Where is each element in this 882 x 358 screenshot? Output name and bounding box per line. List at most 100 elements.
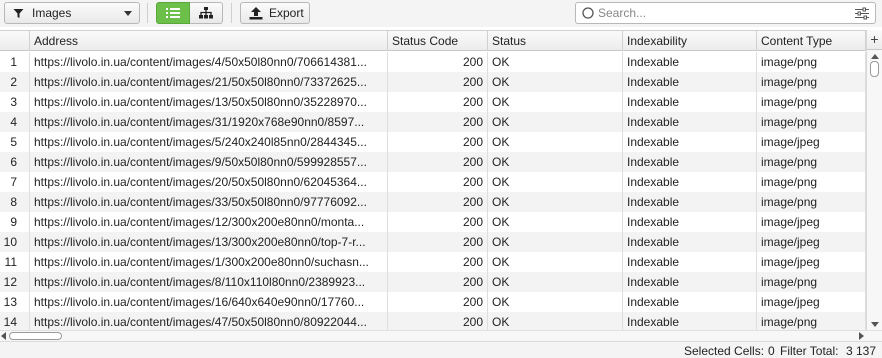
cell-address[interactable]: https://livolo.in.ua/content/images/16/6…	[30, 292, 388, 312]
cell-indexability[interactable]: Indexable	[623, 72, 757, 92]
table-row[interactable]: 12 https://livolo.in.ua/content/images/8/…	[0, 272, 866, 292]
cell-status-code[interactable]: 200	[388, 152, 488, 172]
cell-indexability[interactable]: Indexable	[623, 272, 757, 292]
cell-status-code[interactable]: 200	[388, 252, 488, 272]
row-number[interactable]: 11	[0, 252, 30, 272]
scroll-right-icon[interactable]	[859, 332, 864, 340]
cell-indexability[interactable]: Indexable	[623, 172, 757, 192]
cell-content-type[interactable]: image/png	[757, 152, 866, 172]
cell-status[interactable]: OK	[488, 212, 623, 232]
tree-view-button[interactable]	[190, 2, 223, 24]
cell-content-type[interactable]: image/png	[757, 112, 866, 132]
column-header-content-type[interactable]: Content Type	[757, 31, 866, 51]
cell-indexability[interactable]: Indexable	[623, 252, 757, 272]
cell-indexability[interactable]: Indexable	[623, 152, 757, 172]
cell-status[interactable]: OK	[488, 292, 623, 312]
cell-status[interactable]: OK	[488, 232, 623, 252]
table-row[interactable]: 13 https://livolo.in.ua/content/images/16…	[0, 292, 866, 312]
cell-content-type[interactable]: image/png	[757, 172, 866, 192]
row-number[interactable]: 2	[0, 72, 30, 92]
scroll-down-icon[interactable]	[871, 322, 879, 327]
table-row[interactable]: 7 https://livolo.in.ua/content/images/20/…	[0, 172, 866, 192]
search-input[interactable]	[598, 6, 848, 20]
vertical-scroll-thumb[interactable]	[870, 61, 879, 77]
cell-status-code[interactable]: 200	[388, 192, 488, 212]
search-box[interactable]	[575, 2, 876, 24]
table-row[interactable]: 2 https://livolo.in.ua/content/images/21/…	[0, 72, 866, 92]
column-header-address[interactable]: Address	[30, 31, 388, 51]
cell-status[interactable]: OK	[488, 92, 623, 112]
cell-status[interactable]: OK	[488, 172, 623, 192]
cell-indexability[interactable]: Indexable	[623, 52, 757, 72]
cell-address[interactable]: https://livolo.in.ua/content/images/9/50…	[30, 152, 388, 172]
cell-indexability[interactable]: Indexable	[623, 192, 757, 212]
cell-status[interactable]: OK	[488, 132, 623, 152]
cell-status-code[interactable]: 200	[388, 72, 488, 92]
filter-dropdown[interactable]: Images	[4, 2, 140, 24]
search-options-icon[interactable]	[855, 7, 869, 20]
row-number[interactable]: 4	[0, 112, 30, 132]
column-header-status-code[interactable]: Status Code	[388, 31, 488, 51]
horizontal-scrollbar[interactable]	[0, 330, 882, 341]
cell-status-code[interactable]: 200	[388, 232, 488, 252]
table-row[interactable]: 14 https://livolo.in.ua/content/images/47…	[0, 312, 866, 330]
table-row[interactable]: 5 https://livolo.in.ua/content/images/5/2…	[0, 132, 866, 152]
add-column-button[interactable]: +	[867, 30, 882, 50]
row-number[interactable]: 1	[0, 52, 30, 72]
row-number[interactable]: 13	[0, 292, 30, 312]
table-row[interactable]: 4 https://livolo.in.ua/content/images/31/…	[0, 112, 866, 132]
cell-status-code[interactable]: 200	[388, 312, 488, 330]
row-number[interactable]: 7	[0, 172, 30, 192]
column-header-status[interactable]: Status	[488, 31, 623, 51]
cell-address[interactable]: https://livolo.in.ua/content/images/1/30…	[30, 252, 388, 272]
cell-address[interactable]: https://livolo.in.ua/content/images/33/5…	[30, 192, 388, 212]
row-number[interactable]: 9	[0, 212, 30, 232]
column-header-indexability[interactable]: Indexability	[623, 31, 757, 51]
cell-address[interactable]: https://livolo.in.ua/content/images/13/3…	[30, 232, 388, 252]
cell-content-type[interactable]: image/png	[757, 52, 866, 72]
cell-content-type[interactable]: image/jpeg	[757, 232, 866, 252]
table-row[interactable]: 3 https://livolo.in.ua/content/images/13/…	[0, 92, 866, 112]
row-number[interactable]: 3	[0, 92, 30, 112]
cell-status[interactable]: OK	[488, 252, 623, 272]
cell-indexability[interactable]: Indexable	[623, 132, 757, 152]
cell-content-type[interactable]: image/jpeg	[757, 292, 866, 312]
cell-address[interactable]: https://livolo.in.ua/content/images/4/50…	[30, 52, 388, 72]
cell-status[interactable]: OK	[488, 192, 623, 212]
cell-content-type[interactable]: image/png	[757, 72, 866, 92]
scroll-up-icon[interactable]	[871, 54, 879, 59]
row-number[interactable]: 14	[0, 312, 30, 330]
table-row[interactable]: 8 https://livolo.in.ua/content/images/33/…	[0, 192, 866, 212]
table-row[interactable]: 6 https://livolo.in.ua/content/images/9/5…	[0, 152, 866, 172]
cell-indexability[interactable]: Indexable	[623, 112, 757, 132]
cell-address[interactable]: https://livolo.in.ua/content/images/31/1…	[30, 112, 388, 132]
cell-status-code[interactable]: 200	[388, 292, 488, 312]
table-row[interactable]: 11 https://livolo.in.ua/content/images/1/…	[0, 252, 866, 272]
cell-status[interactable]: OK	[488, 312, 623, 330]
cell-address[interactable]: https://livolo.in.ua/content/images/8/11…	[30, 272, 388, 292]
cell-status[interactable]: OK	[488, 112, 623, 132]
cell-address[interactable]: https://livolo.in.ua/content/images/47/5…	[30, 312, 388, 330]
cell-indexability[interactable]: Indexable	[623, 312, 757, 330]
horizontal-scroll-thumb[interactable]	[9, 332, 62, 340]
cell-status-code[interactable]: 200	[388, 132, 488, 152]
cell-content-type[interactable]: image/png	[757, 312, 866, 330]
table-row[interactable]: 9 https://livolo.in.ua/content/images/12/…	[0, 212, 866, 232]
cell-address[interactable]: https://livolo.in.ua/content/images/5/24…	[30, 132, 388, 152]
cell-address[interactable]: https://livolo.in.ua/content/images/21/5…	[30, 72, 388, 92]
list-view-button[interactable]	[156, 2, 190, 24]
cell-content-type[interactable]: image/png	[757, 192, 866, 212]
cell-status[interactable]: OK	[488, 152, 623, 172]
cell-content-type[interactable]: image/jpeg	[757, 212, 866, 232]
cell-status-code[interactable]: 200	[388, 112, 488, 132]
cell-status[interactable]: OK	[488, 72, 623, 92]
cell-content-type[interactable]: image/jpeg	[757, 132, 866, 152]
table-row[interactable]: 10 https://livolo.in.ua/content/images/13…	[0, 232, 866, 252]
cell-content-type[interactable]: image/jpeg	[757, 252, 866, 272]
scroll-left-icon[interactable]	[1, 332, 6, 340]
cell-address[interactable]: https://livolo.in.ua/content/images/13/5…	[30, 92, 388, 112]
row-number[interactable]: 5	[0, 132, 30, 152]
cell-status[interactable]: OK	[488, 272, 623, 292]
row-number[interactable]: 8	[0, 192, 30, 212]
table-row[interactable]: 1 https://livolo.in.ua/content/images/4/5…	[0, 52, 866, 72]
